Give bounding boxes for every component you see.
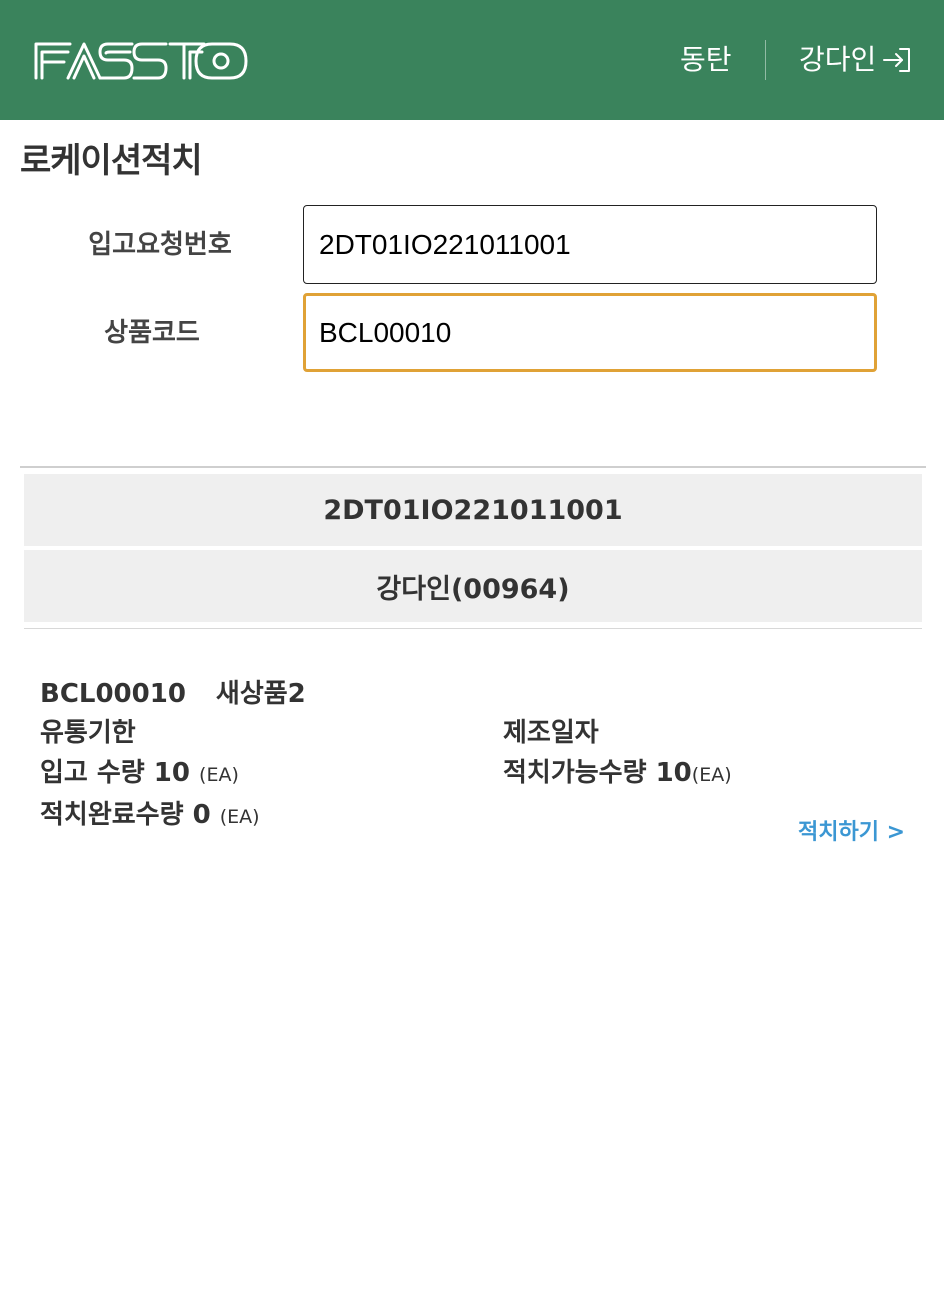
- user-name: 강다인: [799, 43, 877, 76]
- summary-request-no: 2DT01IO221011001: [24, 474, 922, 546]
- item-code: BCL00010: [40, 679, 186, 709]
- product-code-label: 상품코드: [104, 318, 200, 348]
- logout-icon[interactable]: [882, 45, 912, 75]
- item-code-name: BCL00010 새상품2: [40, 677, 306, 711]
- summary-worker: 강다인(00964): [24, 550, 922, 622]
- available-qty-unit: (EA): [691, 764, 732, 786]
- completed-qty-label: 적치완료수량: [40, 800, 184, 830]
- summary-divider: [24, 628, 922, 629]
- available-qty-label: 적치가능수량: [503, 758, 647, 788]
- item-name: 새상품2: [215, 679, 306, 709]
- product-code-input[interactable]: [303, 293, 877, 372]
- putaway-link[interactable]: 적치하기 >: [798, 818, 905, 848]
- completed-qty: 적치완료수량 0 (EA): [40, 798, 260, 834]
- section-divider: [20, 466, 926, 468]
- inbound-qty: 입고 수량 10 (EA): [40, 756, 239, 792]
- available-qty: 적치가능수량 10(EA): [503, 756, 732, 792]
- header-divider: [765, 40, 766, 80]
- inbound-qty-unit: (EA): [199, 764, 239, 786]
- expiry-label: 유통기한: [40, 718, 136, 748]
- completed-qty-unit: (EA): [219, 806, 260, 828]
- inbound-qty-label: 입고 수량: [40, 758, 145, 788]
- inbound-qty-value: 10: [153, 758, 190, 788]
- available-qty-value: 10: [655, 758, 692, 788]
- app-header: 동탄 강다인: [0, 0, 944, 120]
- request-no-input[interactable]: [303, 205, 877, 284]
- mfg-date-label: 제조일자: [503, 718, 599, 748]
- warehouse-name[interactable]: 동탄: [680, 42, 732, 78]
- fassto-logo[interactable]: [34, 40, 250, 82]
- request-no-label: 입고요청번호: [88, 230, 232, 260]
- page-title: 로케이션적치: [20, 141, 203, 181]
- completed-qty-value: 0: [192, 800, 211, 830]
- user-menu[interactable]: 강다인: [799, 42, 912, 78]
